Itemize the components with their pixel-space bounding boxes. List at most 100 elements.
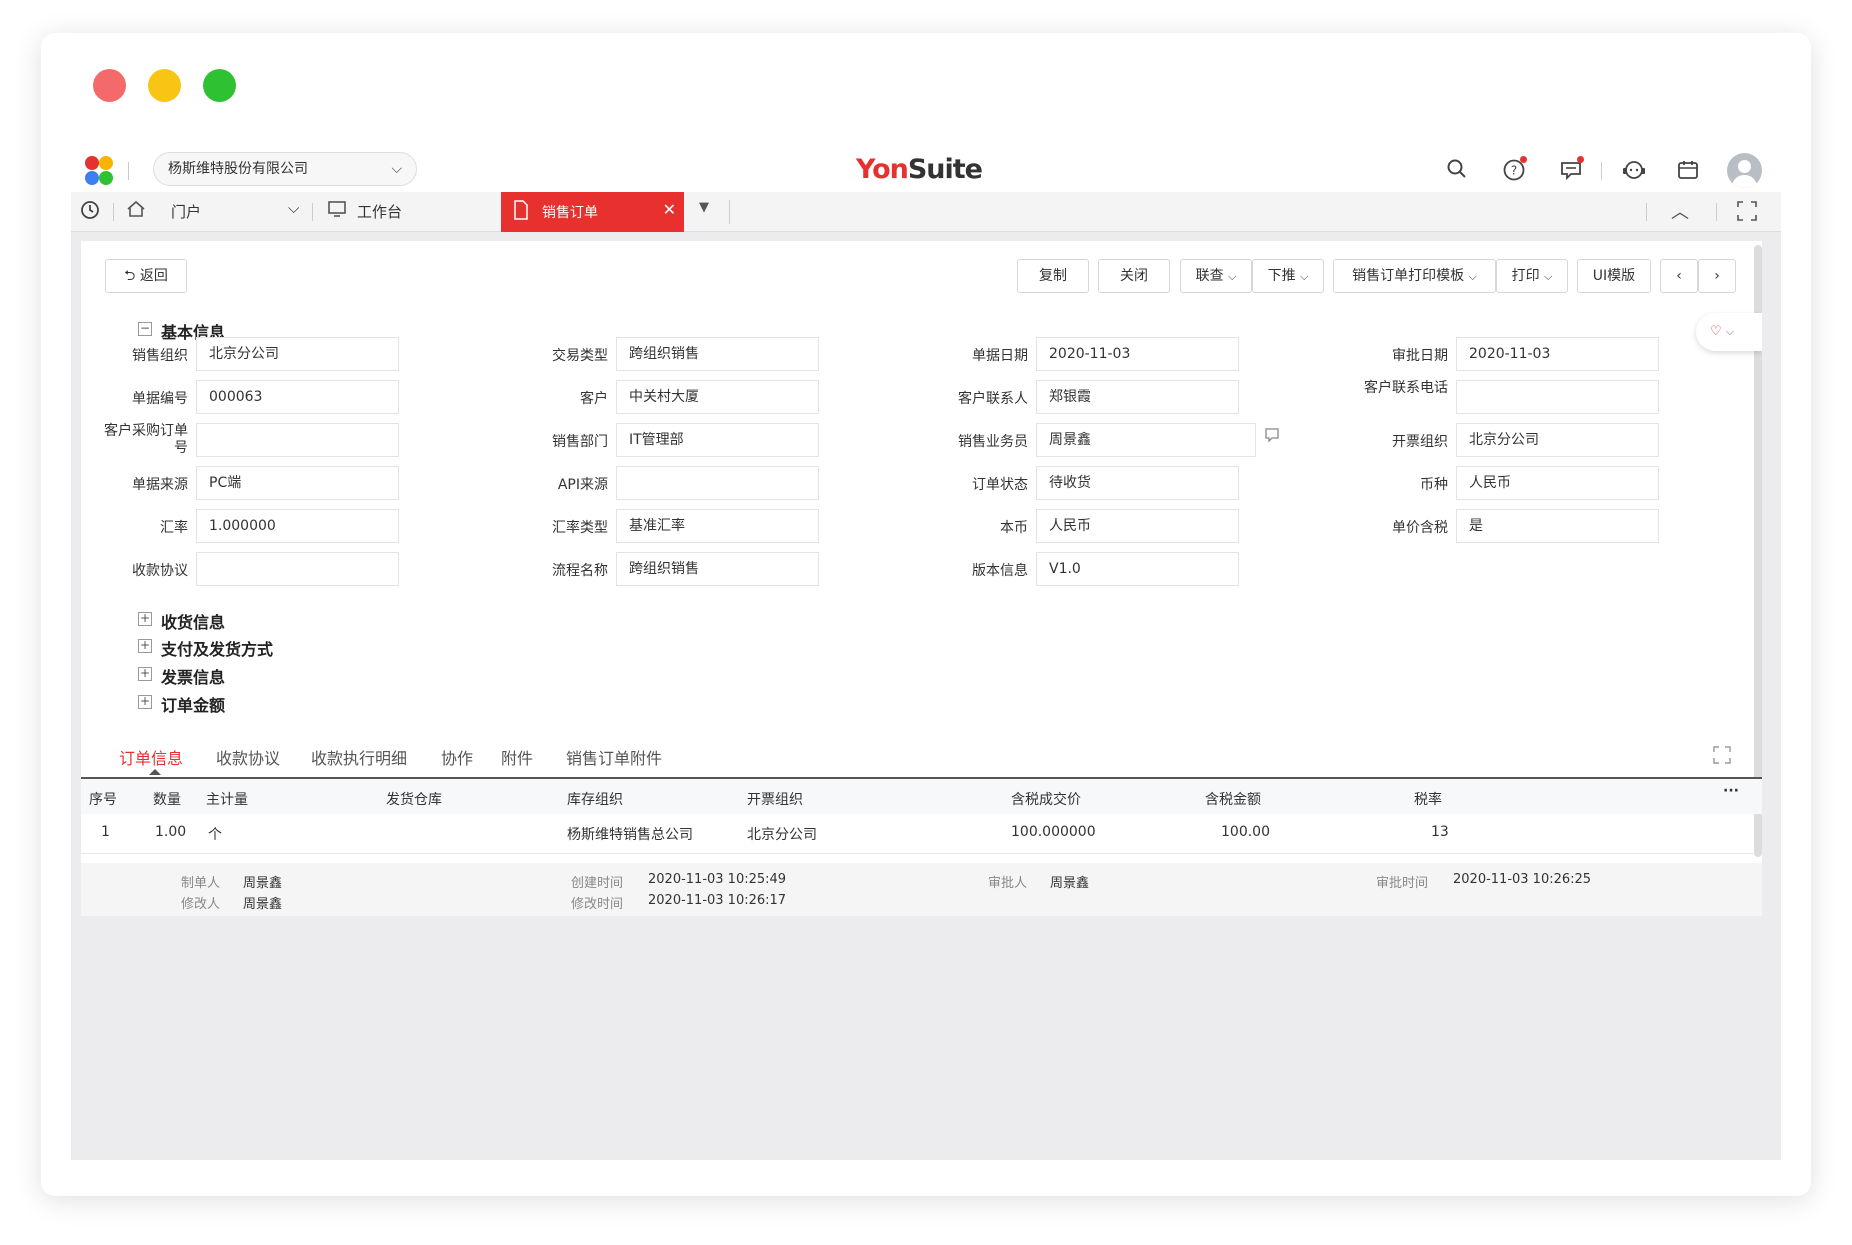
column-header: 数量 [153,792,181,808]
field-input[interactable]: 基准汇率 [616,509,819,543]
field-label: 收款协议 [132,563,188,579]
divider [1646,203,1647,221]
tab-workbench[interactable]: 工作台 [357,201,402,222]
more-options-icon[interactable]: ··· [1723,783,1739,799]
history-icon[interactable] [77,199,103,225]
field-input[interactable]: 人民币 [1036,509,1239,543]
tab-sales-order[interactable]: 销售订单 ✕ [501,192,684,232]
chevron-down-icon[interactable]: ⌵ [288,199,299,217]
field-input[interactable]: 北京分公司 [196,337,399,371]
field-label: 单据编号 [132,391,188,407]
comment-icon[interactable] [1264,427,1280,447]
expand-table-icon[interactable] [1713,746,1731,768]
field-input[interactable] [616,466,819,500]
field-input[interactable]: 1.000000 [196,509,399,543]
close-window-button[interactable] [93,69,126,102]
field-label: 汇率类型 [552,520,608,536]
subtab-order-info[interactable]: 订单信息 [119,745,183,769]
close-button[interactable]: 关闭 [1098,259,1170,293]
tab-sales-order-label: 销售订单 [542,205,598,221]
field-input[interactable]: 2020-11-03 [1456,337,1659,371]
modified-time-value: 2020-11-03 10:26:17 [648,893,787,908]
back-button[interactable]: ⮌ 返回 [105,259,187,293]
tab-portal[interactable]: 门户 [171,201,201,222]
assistant-toggle[interactable]: ♡ ⌵ [1696,313,1762,351]
field-input[interactable]: 待收货 [1036,466,1239,500]
print-template-button[interactable]: 销售订单打印模板 ⌵ [1333,259,1496,293]
approver-value: 周景鑫 [1050,876,1090,891]
divider [312,203,313,221]
subtab-payment-terms[interactable]: 收款协议 [216,745,280,769]
fullscreen-icon[interactable] [1736,200,1758,226]
calendar-icon[interactable] [1675,158,1701,184]
help-icon[interactable]: ? [1501,156,1527,184]
subtab-order-attachment[interactable]: 销售订单附件 [566,745,662,769]
maximize-window-button[interactable] [203,69,236,102]
subtab-attachment[interactable]: 附件 [501,745,533,769]
field-label: 流程名称 [552,563,608,579]
field-input[interactable]: 中关村大厦 [616,380,819,414]
field-input[interactable]: 跨组织销售 [616,552,819,586]
field-label: 客户联系人 [958,391,1028,407]
print-button[interactable]: 打印 ⌵ [1496,259,1568,293]
field-label: 版本信息 [972,563,1028,579]
field-input[interactable] [1456,380,1659,414]
field-input[interactable]: 2020-11-03 [1036,337,1239,371]
field-label: 订单状态 [972,477,1028,493]
column-header: 含税金额 [1205,792,1261,808]
field-input[interactable] [196,552,399,586]
expand-amount-icon[interactable]: + [138,695,152,709]
section-invoice-info: 发票信息 [161,668,226,687]
close-tab-icon[interactable]: ✕ [663,200,676,219]
subtab-payment-execution[interactable]: 收款执行明细 [311,745,407,769]
divider [729,200,730,224]
field-input[interactable]: 跨组织销售 [616,337,819,371]
customer-service-icon[interactable] [1621,158,1647,184]
column-header: 发货仓库 [386,792,442,808]
cell: 个 [208,827,222,843]
app-logo-icon[interactable] [85,156,117,188]
collapse-basic-icon[interactable]: − [138,322,152,336]
next-record-button[interactable]: › [1698,259,1736,293]
ui-template-button[interactable]: UI模版 [1577,259,1651,293]
search-icon[interactable] [1444,158,1470,184]
field-input[interactable]: IT管理部 [616,423,819,457]
cell: 杨斯维特销售总公司 [567,827,693,843]
field-input[interactable]: 000063 [196,380,399,414]
field-label: 单价含税 [1392,520,1448,536]
home-icon [123,198,149,224]
top-bar: 杨斯维特股份有限公司 ⌵ YonSuite ? [71,150,1781,192]
tab-dropdown-icon[interactable]: ▼ [699,200,709,215]
expand-payment-icon[interactable]: + [138,639,152,653]
expand-invoice-icon[interactable]: + [138,667,152,681]
linked-query-button[interactable]: 联查 ⌵ [1180,259,1252,293]
previous-record-button[interactable]: ‹ [1660,259,1698,293]
creator-label: 制单人 [181,876,221,891]
tab-bar: 门户 ⌵ 工作台 销售订单 ✕ ▼ ︿ [71,192,1781,232]
field-input[interactable]: PC端 [196,466,399,500]
push-down-button[interactable]: 下推 ⌵ [1252,259,1324,293]
field-label: 单据日期 [972,348,1028,364]
company-selector[interactable]: 杨斯维特股份有限公司 ⌵ [153,152,417,186]
message-icon[interactable] [1558,156,1584,184]
collapse-up-icon[interactable]: ︿ [1671,198,1689,224]
expand-receiving-icon[interactable]: + [138,612,152,626]
copy-button[interactable]: 复制 [1017,259,1089,293]
field-input[interactable]: 周景鑫 [1036,423,1256,457]
back-label: 返回 [139,268,168,284]
field-input[interactable]: 北京分公司 [1456,423,1659,457]
created-time-label: 创建时间 [571,876,624,891]
field-label: 客户联系电话 [1364,380,1448,396]
creator-value: 周景鑫 [243,876,283,891]
minimize-window-button[interactable] [148,69,181,102]
field-input[interactable]: V1.0 [1036,552,1239,586]
user-avatar[interactable] [1727,153,1762,188]
subtab-collaboration[interactable]: 协作 [441,745,473,769]
column-header: 税率 [1414,792,1442,808]
field-input[interactable]: 人民币 [1456,466,1659,500]
document-icon [513,200,529,224]
field-input[interactable] [196,423,399,457]
field-input[interactable]: 是 [1456,509,1659,543]
field-input[interactable]: 郑银霞 [1036,380,1239,414]
cell: 100.00 [1221,824,1270,840]
